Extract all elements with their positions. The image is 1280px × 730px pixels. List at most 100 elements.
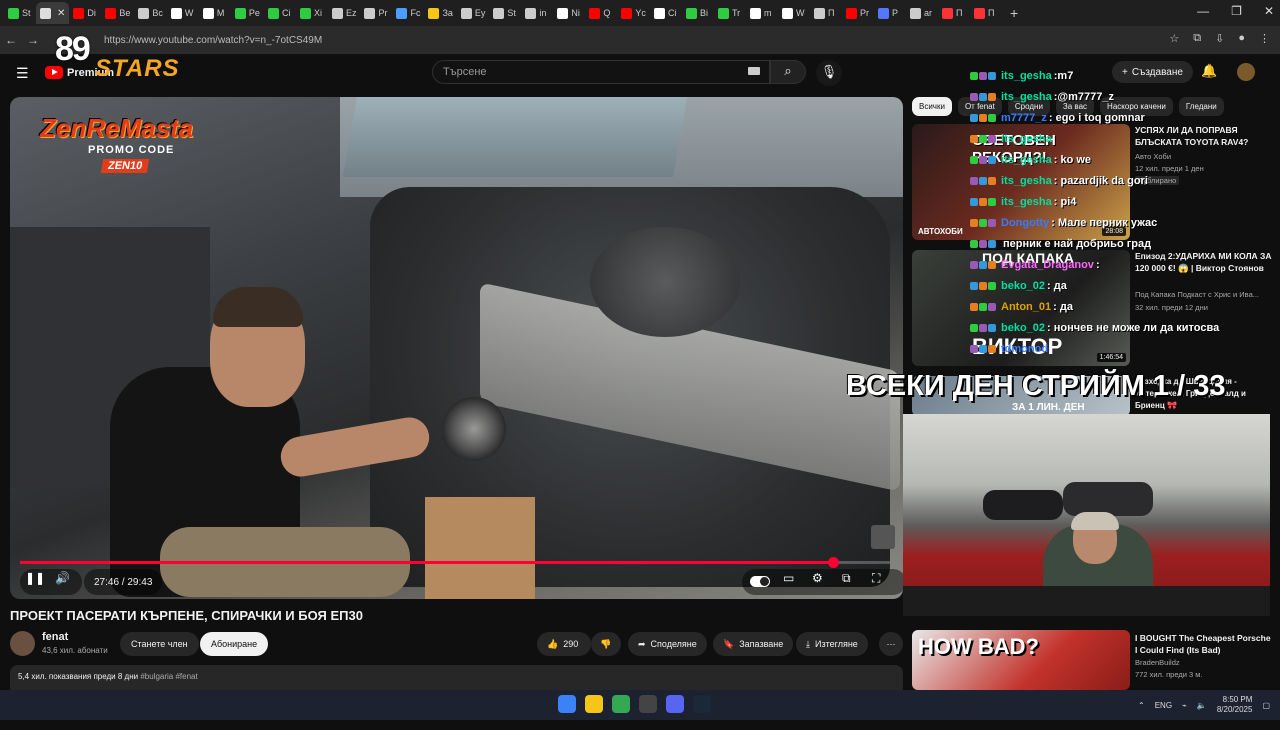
browser-tab[interactable]: ar bbox=[906, 2, 938, 24]
like-button[interactable]: 👍 290 bbox=[537, 632, 591, 656]
recommendation-1[interactable]: СВЕТОВЕН РЕКОРД?! АВТОХОБИ 28:08 УСПЯХ Л… bbox=[912, 124, 1275, 240]
rec-thumbnail[interactable]: HOW BAD? bbox=[912, 630, 1130, 690]
chat-username[interactable]: its_gesha bbox=[1001, 196, 1052, 208]
browser-tab[interactable]: Yc bbox=[617, 2, 650, 24]
channel-avatar[interactable] bbox=[10, 631, 35, 656]
obs-icon[interactable] bbox=[639, 695, 657, 713]
subtitles-icon[interactable]: ▭ bbox=[783, 571, 794, 585]
browser-tab[interactable]: Bi bbox=[682, 2, 714, 24]
profile-icon[interactable]: ● bbox=[1238, 32, 1245, 45]
chat-username[interactable]: m7777_z bbox=[1001, 112, 1047, 124]
hamburger-menu-icon[interactable]: ☰ bbox=[16, 65, 29, 82]
steam-icon[interactable] bbox=[693, 695, 711, 713]
download-icon[interactable]: ⇩ bbox=[1215, 32, 1224, 45]
maximize-icon[interactable]: ❐ bbox=[1231, 4, 1242, 18]
download-button[interactable]: ⤓ Изтегляне bbox=[796, 632, 868, 656]
autoplay-toggle[interactable] bbox=[750, 576, 770, 587]
close-window-icon[interactable]: ✕ bbox=[1264, 4, 1274, 18]
browser-tab[interactable]: in bbox=[521, 2, 553, 24]
chat-username[interactable]: its_gesha bbox=[1001, 154, 1052, 166]
browser-tab[interactable]: Fc bbox=[392, 2, 424, 24]
extensions-icon[interactable]: ⧉ bbox=[1193, 32, 1201, 45]
browser-tab[interactable]: Ci bbox=[650, 2, 682, 24]
browser-tab[interactable]: Pe bbox=[231, 2, 264, 24]
chat-username[interactable]: its_gesha bbox=[1001, 70, 1052, 82]
minimize-icon[interactable]: — bbox=[1197, 4, 1209, 18]
browser-tab[interactable]: Bc bbox=[134, 2, 167, 24]
chat-username[interactable]: Anton_01 bbox=[1001, 301, 1051, 313]
rec-title[interactable]: УСПЯХ ЛИ ДА ПОПРАВЯ БЛЪСКАТА TOYOTA RAV4… bbox=[1135, 124, 1275, 148]
clock[interactable]: 8:50 PM 8/20/2025 bbox=[1217, 695, 1253, 715]
progress-scrubber[interactable] bbox=[827, 557, 839, 568]
browser-tab[interactable]: Xi bbox=[296, 2, 328, 24]
browser-tab[interactable]: П bbox=[938, 2, 970, 24]
search-input[interactable]: Търсене bbox=[432, 60, 770, 84]
browser-tab[interactable]: Ci bbox=[264, 2, 296, 24]
progress-bar[interactable] bbox=[20, 557, 890, 568]
chat-username[interactable]: Evgata_Draganov bbox=[1001, 259, 1094, 271]
browser-tab[interactable]: Be bbox=[101, 2, 134, 24]
browser-tab[interactable]: Tr bbox=[714, 2, 746, 24]
keyboard-icon[interactable] bbox=[748, 67, 760, 75]
browser-tab[interactable]: За bbox=[424, 2, 456, 24]
back-icon[interactable]: ← bbox=[0, 33, 22, 47]
speaker-icon[interactable]: 🔈 bbox=[1197, 701, 1207, 710]
chat-username[interactable]: its_gesha bbox=[1001, 175, 1052, 187]
browser-tab[interactable]: Di bbox=[69, 2, 101, 24]
new-tab-icon[interactable]: + bbox=[1002, 5, 1026, 21]
browser-tab[interactable]: Q bbox=[585, 2, 617, 24]
browser-tab[interactable]: П bbox=[810, 2, 842, 24]
hashtags[interactable]: #bulgaria #fenat bbox=[140, 672, 197, 681]
browser-tab[interactable]: W bbox=[167, 2, 199, 24]
rec-channel[interactable]: BradenBuildz bbox=[1135, 658, 1180, 667]
browser-tab[interactable]: П bbox=[970, 2, 1002, 24]
subscribe-button[interactable]: Абониране bbox=[200, 632, 269, 656]
dislike-button[interactable]: 👎 bbox=[591, 632, 621, 656]
volume-icon[interactable]: 🔊 bbox=[55, 571, 70, 585]
browser-tab[interactable]: Ni bbox=[553, 2, 585, 24]
browser-tab[interactable]: Ez bbox=[328, 2, 361, 24]
star-icon[interactable]: ☆ bbox=[1169, 32, 1179, 45]
create-button[interactable]: + Създаване bbox=[1112, 61, 1193, 83]
browser-tab[interactable]: St bbox=[4, 2, 36, 24]
language-indicator[interactable]: ENG bbox=[1155, 701, 1172, 710]
file-explorer-icon[interactable] bbox=[585, 695, 603, 713]
menu-icon[interactable]: ⋮ bbox=[1259, 32, 1270, 45]
browser-tab[interactable]: Pr bbox=[842, 2, 874, 24]
chat-username[interactable]: tdmonod bbox=[1001, 343, 1048, 355]
chat-username[interactable]: its_gesha bbox=[1001, 133, 1052, 145]
chat-username[interactable]: beko_02 bbox=[1001, 322, 1045, 334]
fullscreen-icon[interactable]: ⛶ bbox=[872, 571, 880, 586]
chat-username[interactable]: Dongotty bbox=[1001, 217, 1049, 229]
browser-tab[interactable]: St bbox=[489, 2, 521, 24]
rec-channel[interactable]: Под Капака Подкаст с Хрис и Ива... bbox=[1135, 290, 1259, 299]
forward-icon[interactable]: → bbox=[22, 33, 44, 47]
tray-chevron-icon[interactable]: ⌃ bbox=[1138, 701, 1145, 710]
pause-icon[interactable]: ❚❚ bbox=[25, 571, 45, 585]
browser-tab[interactable]: m bbox=[746, 2, 778, 24]
chrome-icon[interactable] bbox=[612, 695, 630, 713]
video-player[interactable]: ZenReMasta PROMO CODE ZEN10 ❚❚ 🔊 27:46 /… bbox=[10, 97, 903, 599]
start-icon[interactable] bbox=[558, 695, 576, 713]
notifications-bell-icon[interactable]: 🔔 bbox=[1201, 63, 1217, 79]
browser-tab[interactable]: Pr bbox=[360, 2, 392, 24]
browser-tab[interactable]: ✕ bbox=[36, 2, 70, 24]
chat-username[interactable]: beko_02 bbox=[1001, 280, 1045, 292]
notifications-icon[interactable]: ▢ bbox=[1262, 701, 1270, 710]
network-icon[interactable]: ⌁ bbox=[1182, 701, 1187, 710]
join-button[interactable]: Станете член bbox=[120, 632, 199, 656]
channel-name[interactable]: fenat bbox=[42, 631, 68, 643]
miniplayer-icon[interactable]: ⧉ bbox=[842, 571, 851, 586]
close-tab-icon[interactable]: ✕ bbox=[57, 8, 65, 19]
search-button[interactable]: ⌕ bbox=[770, 60, 806, 84]
filter-chip[interactable]: Гледани bbox=[1178, 97, 1224, 116]
channel-watermark[interactable] bbox=[871, 525, 895, 549]
account-avatar[interactable] bbox=[1237, 63, 1255, 81]
filter-chip[interactable]: Всички bbox=[912, 97, 952, 116]
discord-icon[interactable] bbox=[666, 695, 684, 713]
rec-channel[interactable]: Авто Хоби bbox=[1135, 152, 1171, 161]
mic-button[interactable]: 🎙 bbox=[816, 60, 842, 86]
browser-tab[interactable]: W bbox=[778, 2, 810, 24]
chat-username[interactable]: its_gesha bbox=[1001, 91, 1052, 103]
browser-tab[interactable]: Р bbox=[874, 2, 906, 24]
